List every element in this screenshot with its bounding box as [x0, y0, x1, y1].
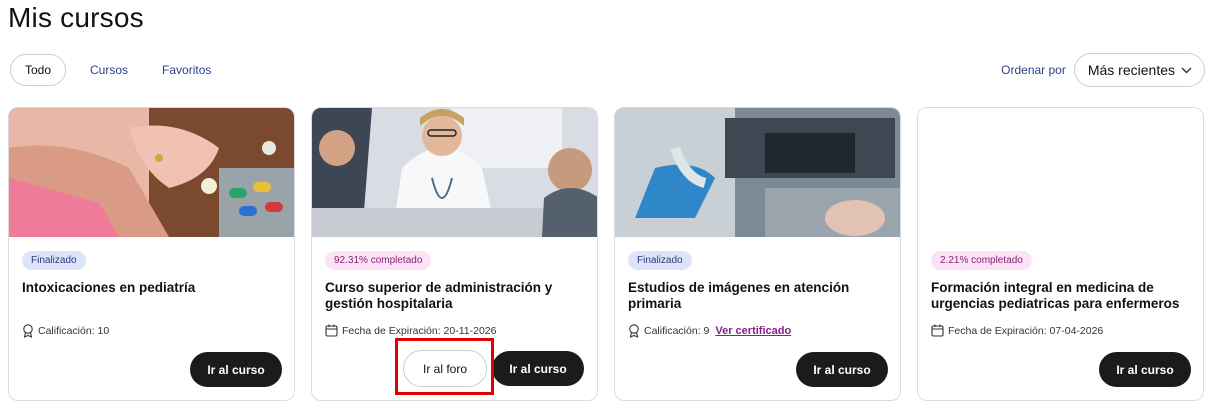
expiration-date: Fecha de Expiración: 07-04-2026 — [948, 324, 1104, 337]
course-title: Formación integral en medicina de urgenc… — [931, 280, 1180, 311]
course-grade: Calificación: 9 — [644, 325, 710, 337]
tab-cursos[interactable]: Cursos — [76, 54, 142, 86]
go-to-course-button[interactable]: Ir al curso — [796, 352, 888, 387]
tab-favoritos[interactable]: Favoritos — [148, 54, 225, 86]
course-card: 2.21% completado Formación integral en m… — [917, 107, 1204, 401]
award-icon — [23, 324, 33, 338]
course-card: Finalizado Intoxicaciones en pediatría C… — [8, 107, 295, 401]
calendar-icon — [325, 324, 338, 337]
progress-badge: 92.31% completado — [325, 251, 432, 270]
sort-control: Ordenar por Más recientes — [1001, 53, 1205, 87]
course-title: Intoxicaciones en pediatría — [22, 280, 196, 295]
filter-tabs: Todo Cursos Favoritos — [10, 54, 231, 86]
course-meta: Fecha de Expiración: 07-04-2026 — [931, 324, 1103, 337]
status-badge: Finalizado — [628, 251, 692, 270]
course-image — [615, 108, 900, 237]
course-image — [9, 108, 294, 237]
sort-label: Ordenar por — [1001, 63, 1066, 77]
go-to-forum-button[interactable]: Ir al foro — [403, 350, 487, 387]
course-image-placeholder — [918, 108, 1203, 237]
course-card: Finalizado Estudios de imágenes en atenc… — [614, 107, 901, 401]
sort-value: Más recientes — [1087, 62, 1175, 78]
sort-select[interactable]: Más recientes — [1073, 53, 1205, 87]
progress-badge: 2.21% completado — [931, 251, 1032, 270]
tab-todo[interactable]: Todo — [10, 54, 66, 86]
go-to-course-button[interactable]: Ir al curso — [1099, 352, 1191, 387]
calendar-icon — [931, 324, 944, 337]
course-title: Estudios de imágenes en atención primari… — [628, 280, 850, 311]
page-title: Mis cursos — [8, 2, 144, 33]
course-title: Curso superior de administración y gesti… — [325, 280, 553, 311]
view-certificate-link[interactable]: Ver certificado — [715, 325, 791, 337]
go-to-course-button[interactable]: Ir al curso — [190, 352, 282, 387]
award-icon — [629, 324, 639, 338]
course-meta: Calificación: 9 Ver certificado — [628, 324, 791, 338]
course-grade: Calificación: 10 — [38, 325, 110, 337]
status-badge: Finalizado — [22, 251, 86, 270]
course-image — [312, 108, 597, 237]
go-to-course-button[interactable]: Ir al curso — [492, 351, 584, 386]
expiration-date: Fecha de Expiración: 20-11-2026 — [342, 324, 497, 337]
course-meta: Fecha de Expiración: 20-11-2026 — [325, 324, 497, 337]
chevron-down-icon — [1181, 67, 1192, 73]
course-meta: Calificación: 10 — [22, 324, 109, 338]
course-card: 92.31% completado Curso superior de admi… — [311, 107, 598, 401]
